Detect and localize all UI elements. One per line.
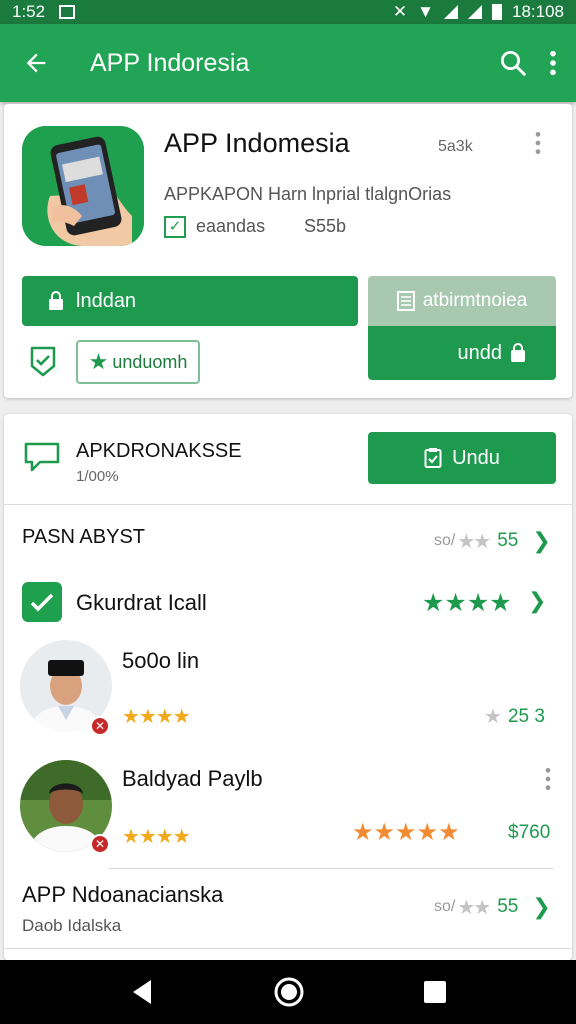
details-button[interactable]: atbirmtnoiea	[368, 276, 556, 326]
divider	[4, 948, 572, 949]
star-rating-icon: ★★★★	[422, 589, 512, 617]
more-vert-icon[interactable]	[548, 49, 558, 77]
review-app-icon	[22, 582, 62, 622]
item-rating-value: 55	[497, 896, 519, 917]
download-button[interactable]: Undu	[368, 432, 556, 484]
download-progress: 1/00%	[76, 468, 119, 485]
back-triangle-icon[interactable]	[129, 978, 155, 1006]
install-label: lnddan	[76, 289, 137, 312]
badge-icon: ✕	[90, 716, 110, 736]
app-description: APPKAPON Harn lnprial tlalgnOrias	[164, 184, 452, 204]
star-icon: ★★	[457, 896, 491, 919]
user-stars: ★★★★	[122, 826, 191, 848]
rating-prefix: so/	[434, 532, 456, 549]
wifi-icon: ▼	[417, 2, 434, 21]
item-title: APP Ndoanacianska	[22, 882, 224, 907]
app-tag: eaandas	[196, 216, 266, 236]
star-icon: ★	[88, 349, 109, 374]
star-icon: ★	[484, 706, 502, 728]
app-icon[interactable]	[22, 126, 144, 246]
system-nav-bar	[0, 960, 576, 1024]
bluetooth-icon: ✕	[392, 2, 408, 21]
page-title: APP Indoresia	[90, 48, 250, 77]
status-clock: 18:108	[512, 2, 564, 21]
details-label: atbirmtnoiea	[422, 290, 528, 311]
verified-shield-icon[interactable]	[24, 342, 62, 380]
star-icon: ★★	[457, 530, 491, 553]
user-stars: ★★★★	[122, 706, 191, 728]
download-small-label: undd	[457, 341, 503, 364]
section-rating: so/ ★★ 55 ❯	[434, 528, 551, 554]
rating-value: 55	[497, 530, 519, 551]
app-name: APP Indomesia	[164, 128, 350, 158]
download-title: APKDRONAKSSE	[76, 440, 242, 462]
clipboard-icon	[424, 448, 442, 468]
app-header-card: APP Indomesia 5a3k APPKAPON Harn lnprial…	[4, 104, 572, 398]
item-rating: so/ ★★ 55 ❯	[434, 894, 551, 920]
chevron-right-icon[interactable]: ❯	[528, 588, 546, 614]
signal-icon	[444, 5, 458, 19]
rating-prefix: so/	[434, 898, 456, 915]
checkbox-icon: ✓	[164, 216, 186, 238]
chevron-right-icon[interactable]: ❯	[532, 894, 550, 920]
wishlist-label: unduomh	[112, 351, 188, 372]
document-icon	[396, 291, 415, 311]
signal-icon-2	[468, 5, 482, 19]
divider	[108, 868, 554, 869]
search-icon[interactable]	[498, 48, 528, 78]
status-time: 1:52	[12, 2, 46, 21]
user-name: Baldyad Paylb	[122, 766, 263, 791]
home-circle-icon[interactable]	[273, 976, 305, 1008]
app-bar: APP Indoresia	[0, 24, 576, 102]
orange-star-rating: ★★★★★	[352, 819, 460, 846]
download-label: Undu	[452, 446, 500, 469]
more-vert-icon[interactable]	[534, 130, 542, 156]
status-bar: 1:52 ✕ ▼ 18:108	[0, 0, 576, 24]
wishlist-button[interactable]: ★ unduomh	[76, 340, 200, 384]
notification-icon	[59, 5, 76, 19]
more-vert-icon[interactable]	[544, 766, 552, 792]
back-arrow-icon[interactable]	[0, 49, 72, 77]
details-card: APKDRONAKSSE 1/00% Undu PASN ABYST so/ ★…	[4, 414, 572, 960]
price: $760	[508, 822, 551, 843]
user-name: 5o0o lin	[122, 648, 200, 673]
badge-icon: ✕	[90, 834, 110, 854]
download-small-button[interactable]: undd	[368, 326, 556, 380]
chevron-right-icon[interactable]: ❯	[532, 528, 550, 554]
battery-icon	[492, 4, 502, 20]
item-subtitle: Daob Idalska	[22, 916, 122, 935]
app-size: 5a3k	[438, 138, 473, 155]
user-rating-value: 25 3	[507, 705, 545, 727]
divider	[4, 504, 572, 505]
lock-icon	[511, 343, 525, 362]
user-rating: ★ 25 3	[484, 704, 545, 729]
reviews-section-title: PASN ABYST	[22, 526, 146, 548]
chat-bubble-icon	[22, 438, 62, 479]
review-entry-name: Gkurdrat Icall	[76, 590, 207, 615]
app-count: S55b	[304, 216, 347, 236]
install-button[interactable]: lnddan	[22, 276, 358, 326]
recents-square-icon[interactable]	[423, 980, 447, 1004]
lock-icon	[49, 291, 63, 310]
